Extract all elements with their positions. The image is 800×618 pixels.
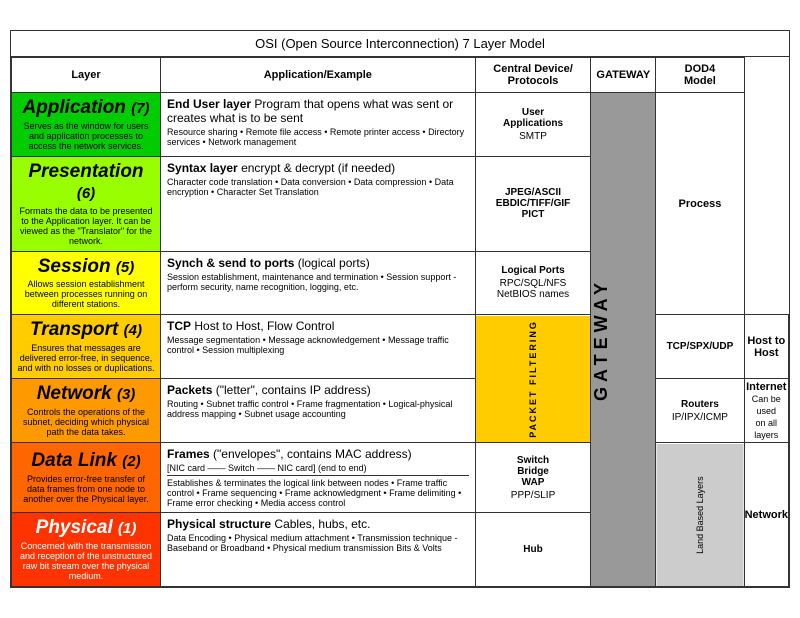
- layer-name-session: Session (5): [17, 257, 155, 278]
- layer-presentation: Presentation (6)Formats the data to be p…: [12, 156, 161, 251]
- central-transport: TCP/SPX/UDP: [656, 315, 744, 379]
- layer-datalink: Data Link (2)Provides error-free transfe…: [12, 443, 161, 513]
- layer-desc-presentation: Formats the data to be presented to the …: [17, 206, 155, 246]
- central-detail-datalink: PPP/SLIP: [480, 490, 587, 501]
- main-title-container: OSI (Open Source Interconnection) 7 Laye…: [11, 31, 789, 57]
- app-detail2-datalink: [NIC card —— Switch —— NIC card] (end to…: [167, 463, 469, 476]
- app-title-presentation: Syntax layer encrypt & decrypt (if neede…: [167, 161, 469, 175]
- central-detail-application: SMTP: [480, 131, 587, 142]
- layer-desc-application: Serves as the window for users and appli…: [17, 121, 155, 151]
- layer-name-datalink: Data Link (2): [17, 451, 155, 472]
- central-title-transport: TCP/SPX/UDP: [660, 341, 739, 352]
- layer-physical: Physical (1)Concerned with the transmiss…: [12, 513, 161, 587]
- app-title-transport: TCP Host to Host, Flow Control: [167, 319, 469, 333]
- app-application: End User layer Program that opens what w…: [161, 92, 476, 156]
- packet-filtering-cell: PACKET FILTERING: [475, 315, 591, 443]
- app-detail-datalink: Establishes & terminates the logical lin…: [167, 478, 469, 508]
- osi-container: OSI (Open Source Interconnection) 7 Laye…: [10, 30, 790, 588]
- layer-application: Application (7)Serves as the window for …: [12, 92, 161, 156]
- app-title-session: Synch & send to ports (logical ports): [167, 256, 469, 270]
- gateway-text: GATEWAY: [591, 278, 612, 401]
- row-network: Network (3)Controls the operations of th…: [12, 379, 789, 443]
- app-detail-transport: Message segmentation • Message acknowled…: [167, 335, 469, 355]
- layer-name-presentation: Presentation (6): [17, 162, 155, 204]
- central-physical: Hub: [475, 513, 591, 587]
- layer-desc-network: Controls the operations of the subnet, d…: [17, 407, 155, 437]
- layer-desc-transport: Ensures that messages are delivered erro…: [17, 343, 155, 373]
- central-title-network: Routers: [660, 399, 739, 410]
- app-network: Packets ("letter", contains IP address) R…: [161, 379, 476, 443]
- app-detail-session: Session establishment, maintenance and t…: [167, 272, 469, 292]
- app-detail-application: Resource sharing • Remote file access • …: [167, 127, 469, 147]
- app-detail-network: Routing • Subnet traffic control • Frame…: [167, 399, 469, 419]
- central-title-physical: Hub: [480, 544, 587, 555]
- app-transport: TCP Host to Host, Flow Control Message se…: [161, 315, 476, 379]
- app-title-network: Packets ("letter", contains IP address): [167, 383, 469, 397]
- dod-internet-cell: InternetCan beusedon alllayers: [744, 379, 788, 443]
- central-datalink: SwitchBridgeWAP PPP/SLIP: [475, 443, 591, 513]
- central-application: UserApplications SMTP: [475, 92, 591, 156]
- app-title-physical: Physical structure Cables, hubs, etc.: [167, 517, 469, 531]
- dod-process-cell: Process: [656, 92, 744, 315]
- app-presentation: Syntax layer encrypt & decrypt (if neede…: [161, 156, 476, 251]
- layer-name-transport: Transport (4): [17, 320, 155, 341]
- app-detail-physical: Data Encoding • Physical medium attachme…: [167, 533, 469, 553]
- layer-name-network: Network (3): [17, 384, 155, 405]
- dod-host-cell: Host toHost: [744, 315, 788, 379]
- layer-desc-datalink: Provides error-free transfer of data fra…: [17, 474, 155, 504]
- layer-name-physical: Physical (1): [17, 518, 155, 539]
- row-datalink: Data Link (2)Provides error-free transfe…: [12, 443, 789, 513]
- central-detail-session: RPC/SQL/NFSNetBIOS names: [480, 278, 587, 300]
- app-datalink: Frames ("envelopes", contains MAC addres…: [161, 443, 476, 513]
- app-detail-presentation: Character code translation • Data conver…: [167, 177, 469, 197]
- row-transport: Transport (4)Ensures that messages are d…: [12, 315, 789, 379]
- app-session: Synch & send to ports (logical ports) Ses…: [161, 251, 476, 315]
- land-based-cell: Land Based Layers: [656, 443, 744, 587]
- osi-table: LayerApplication/ExampleCentral Device/P…: [11, 57, 789, 587]
- central-presentation: JPEG/ASCIIEBDIC/TIFF/GIFPICT: [475, 156, 591, 251]
- central-title-presentation: JPEG/ASCIIEBDIC/TIFF/GIFPICT: [480, 187, 587, 220]
- central-title-application: UserApplications: [480, 107, 587, 129]
- app-title-application: End User layer Program that opens what w…: [167, 97, 469, 125]
- layer-desc-physical: Concerned with the transmission and rece…: [17, 541, 155, 581]
- gateway-cell: GATEWAY: [591, 92, 656, 586]
- app-title-datalink: Frames ("envelopes", contains MAC addres…: [167, 447, 469, 461]
- central-network: Routers IP/IPX/ICMP: [656, 379, 744, 443]
- central-title-datalink: SwitchBridgeWAP: [480, 455, 587, 488]
- layer-desc-session: Allows session establishment between pro…: [17, 279, 155, 309]
- layer-session: Session (5)Allows session establishment …: [12, 251, 161, 315]
- central-session: Logical Ports RPC/SQL/NFSNetBIOS names: [475, 251, 591, 315]
- central-detail-network: IP/IPX/ICMP: [660, 412, 739, 423]
- layer-name-application: Application (7): [17, 98, 155, 119]
- layer-network: Network (3)Controls the operations of th…: [12, 379, 161, 443]
- app-physical: Physical structure Cables, hubs, etc. Dat…: [161, 513, 476, 587]
- dod-network-cell: Network: [744, 443, 788, 587]
- row-application: Application (7)Serves as the window for …: [12, 92, 789, 156]
- layer-transport: Transport (4)Ensures that messages are d…: [12, 315, 161, 379]
- central-title-session: Logical Ports: [480, 265, 587, 276]
